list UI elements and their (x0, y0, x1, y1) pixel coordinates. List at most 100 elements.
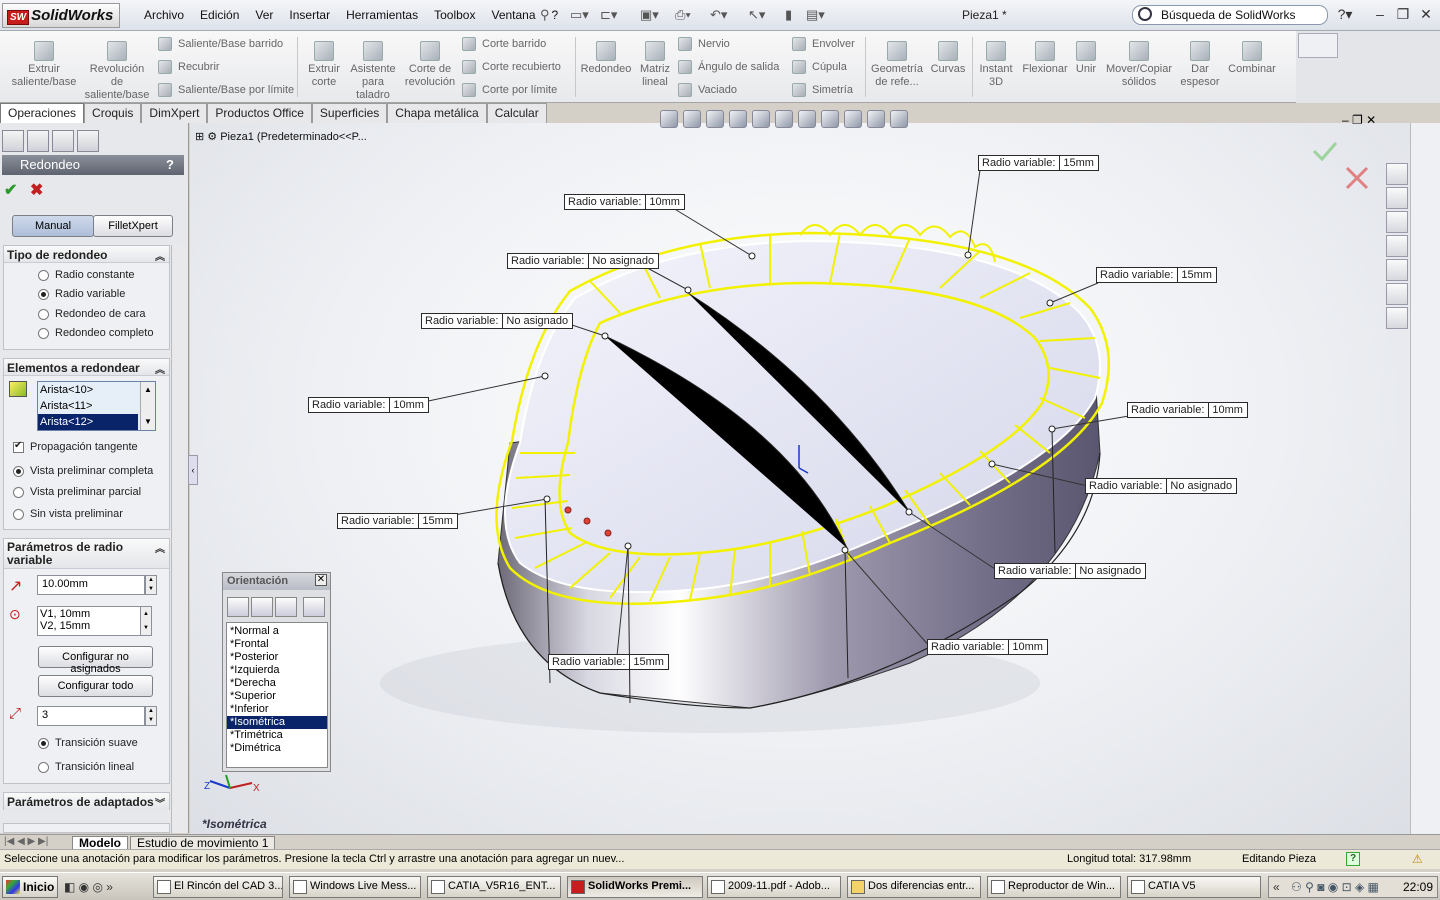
taskbar-item-active[interactable]: SolidWorks Premi... (567, 876, 703, 898)
list-item[interactable]: *Superior (227, 690, 327, 703)
zoom-to-fit-icon[interactable] (660, 110, 678, 128)
zoom-area-icon[interactable] (683, 110, 701, 128)
dome-button[interactable]: Cúpula (792, 60, 847, 74)
mirror-button[interactable]: Simetría (792, 83, 853, 97)
clock[interactable]: 22:09 (1403, 880, 1433, 894)
group-header[interactable]: Elementos a redondear ︽ (4, 359, 169, 376)
orientation-list[interactable]: *Normal a *Frontal *Posterior *Izquierda… (226, 622, 328, 768)
confirm-cancel-icon[interactable] (1345, 166, 1369, 190)
callout-value[interactable]: No asignado (503, 314, 572, 328)
list-item[interactable]: *Izquierda (227, 664, 327, 677)
vertex-listbox[interactable]: V1, 10mm V2, 15mm (37, 606, 145, 636)
scene-icon[interactable] (844, 110, 862, 128)
callout-radius[interactable]: Radio variable: 15mm (548, 654, 669, 670)
hide-show-icon[interactable] (798, 110, 816, 128)
callout-radius[interactable]: Radio variable: 15mm (337, 513, 458, 529)
edges-listbox[interactable]: Arista<10> Arista<11> Arista<12> (37, 381, 156, 431)
list-item[interactable]: V2, 15mm (40, 620, 144, 632)
radio-variable-radius[interactable]: Radio variable (38, 288, 125, 300)
callout-value[interactable]: 10mm (1009, 640, 1047, 654)
collapse-icon[interactable]: ︽ (155, 543, 165, 556)
wrap-button[interactable]: Envolver (792, 37, 855, 51)
explorer-icon[interactable] (1386, 259, 1408, 281)
checkbox-icon[interactable] (13, 440, 24, 453)
tab-productos-office[interactable]: Productos Office (207, 103, 312, 123)
lofted-cut-button[interactable]: Corte recubierto (462, 60, 561, 74)
list-item[interactable]: *Frontal (227, 638, 327, 651)
join-button[interactable]: Unir (1072, 41, 1100, 76)
tab-motion-study[interactable]: Estudio de movimiento 1 (130, 836, 276, 850)
appearance-icon[interactable] (1386, 283, 1408, 305)
reset-views-icon[interactable] (275, 597, 297, 617)
radio-smooth-transition[interactable]: Transición suave (38, 737, 138, 749)
open-file-icon[interactable]: ⊏▾ (600, 7, 617, 23)
group-header[interactable]: Parámetros de adaptados ︾ (4, 793, 169, 810)
viewport-window-controls[interactable]: – ❐ ✕ (1342, 113, 1376, 127)
rebuild-status-icon[interactable]: ⚠ (1412, 852, 1423, 866)
view-orientation-icon[interactable] (752, 110, 770, 128)
taskbar-item[interactable]: Reproductor de Win... (987, 876, 1121, 898)
callout-radius[interactable]: Radio variable: 10mm (308, 397, 429, 413)
radius-spinner[interactable]: ▲ ▼ (145, 575, 157, 595)
manual-tab-button[interactable]: Manual (12, 215, 94, 237)
radio-icon[interactable] (38, 737, 49, 749)
update-view-icon[interactable] (251, 597, 273, 617)
cancel-x-icon[interactable]: ✖ (30, 180, 43, 200)
resources-icon[interactable] (1386, 187, 1408, 209)
options-icon[interactable]: ▤▾ (806, 7, 825, 23)
radius-input[interactable]: 10.00mm (37, 575, 145, 595)
radio-icon[interactable] (38, 269, 49, 281)
list-item[interactable]: *Trimétrica (227, 729, 327, 742)
feature-manager-icon[interactable] (2, 130, 24, 152)
new-file-icon[interactable]: ▭▾ (570, 7, 589, 23)
callout-value[interactable]: No asignado (589, 254, 658, 268)
section-view-icon[interactable] (729, 110, 747, 128)
move-copy-bodies-button[interactable]: Mover/Copiar sólidos (1104, 41, 1174, 89)
combine-button[interactable]: Combinar (1226, 41, 1278, 76)
confirm-ok-icon[interactable] (1312, 142, 1338, 162)
ok-check-icon[interactable]: ✔ (4, 180, 17, 200)
reference-geometry-button[interactable]: Geometría de refe... (868, 41, 926, 89)
callout-radius[interactable]: Radio variable: No asignado (994, 563, 1147, 579)
callout-value[interactable]: 10mm (390, 398, 428, 412)
instances-spinner[interactable]: ▲ ▼ (145, 706, 157, 726)
fillet-button[interactable]: Redondeo (578, 41, 634, 76)
minimize-button[interactable]: – (1370, 6, 1390, 22)
tab-scroll-arrows[interactable]: |◀ ◀ ▶ ▶| (4, 836, 48, 847)
revolve-cut-button[interactable]: Corte de revolución (402, 41, 458, 89)
rib-button[interactable]: Nervio (678, 37, 730, 51)
boundary-cut-button[interactable]: Corte por límite (462, 83, 557, 97)
menu-archivo[interactable]: Archivo (136, 8, 192, 22)
collapse-panel-handle[interactable]: ‹ (188, 455, 198, 485)
folder-icon[interactable] (1386, 211, 1408, 233)
tray-expand-icon[interactable]: « (1273, 880, 1280, 894)
filletxpert-tab-button[interactable]: FilletXpert (93, 215, 173, 237)
flex-button[interactable]: Flexionar (1020, 41, 1070, 76)
list-item[interactable]: *Inferior (227, 703, 327, 716)
radio-partial-preview[interactable]: Vista preliminar parcial (13, 486, 141, 498)
search-input[interactable]: Búsqueda de SolidWorks (1132, 5, 1328, 25)
radio-constant-radius[interactable]: Radio constante (38, 269, 135, 281)
callout-radius[interactable]: Radio variable: 15mm (1096, 267, 1217, 283)
set-all-button[interactable]: Configurar todo (38, 675, 153, 697)
radio-icon[interactable] (38, 288, 49, 300)
revolve-boss-button[interactable]: Revolución de saliente/base (84, 41, 150, 102)
home-icon[interactable] (1386, 163, 1408, 185)
group-header[interactable]: Tipo de redondeo ︽ (4, 246, 169, 263)
print-icon[interactable]: ⎙▾ (675, 7, 691, 23)
boundary-boss-button[interactable]: Saliente/Base por límite (158, 83, 294, 97)
pin-dialog-icon[interactable] (303, 597, 325, 617)
property-manager-icon[interactable] (27, 130, 49, 152)
thicken-button[interactable]: Dar espesor (1178, 41, 1222, 89)
list-item[interactable]: Arista<12> (38, 414, 138, 430)
swept-boss-button[interactable]: Saliente/Base barrido (158, 37, 283, 51)
taskbar-item[interactable]: Dos diferencias entr... (847, 876, 981, 898)
callout-radius[interactable]: Radio variable: 10mm (1127, 402, 1248, 418)
configuration-manager-icon[interactable] (52, 130, 74, 152)
close-icon[interactable]: ✕ (315, 574, 327, 586)
menu-ver[interactable]: Ver (247, 8, 281, 22)
help-status-icon[interactable]: ? (1346, 852, 1360, 866)
menu-toolbox[interactable]: Toolbox (426, 8, 483, 22)
start-button[interactable]: Inicio (2, 876, 58, 898)
taskbar-item[interactable]: CATIA_V5R16_ENT... (427, 876, 561, 898)
